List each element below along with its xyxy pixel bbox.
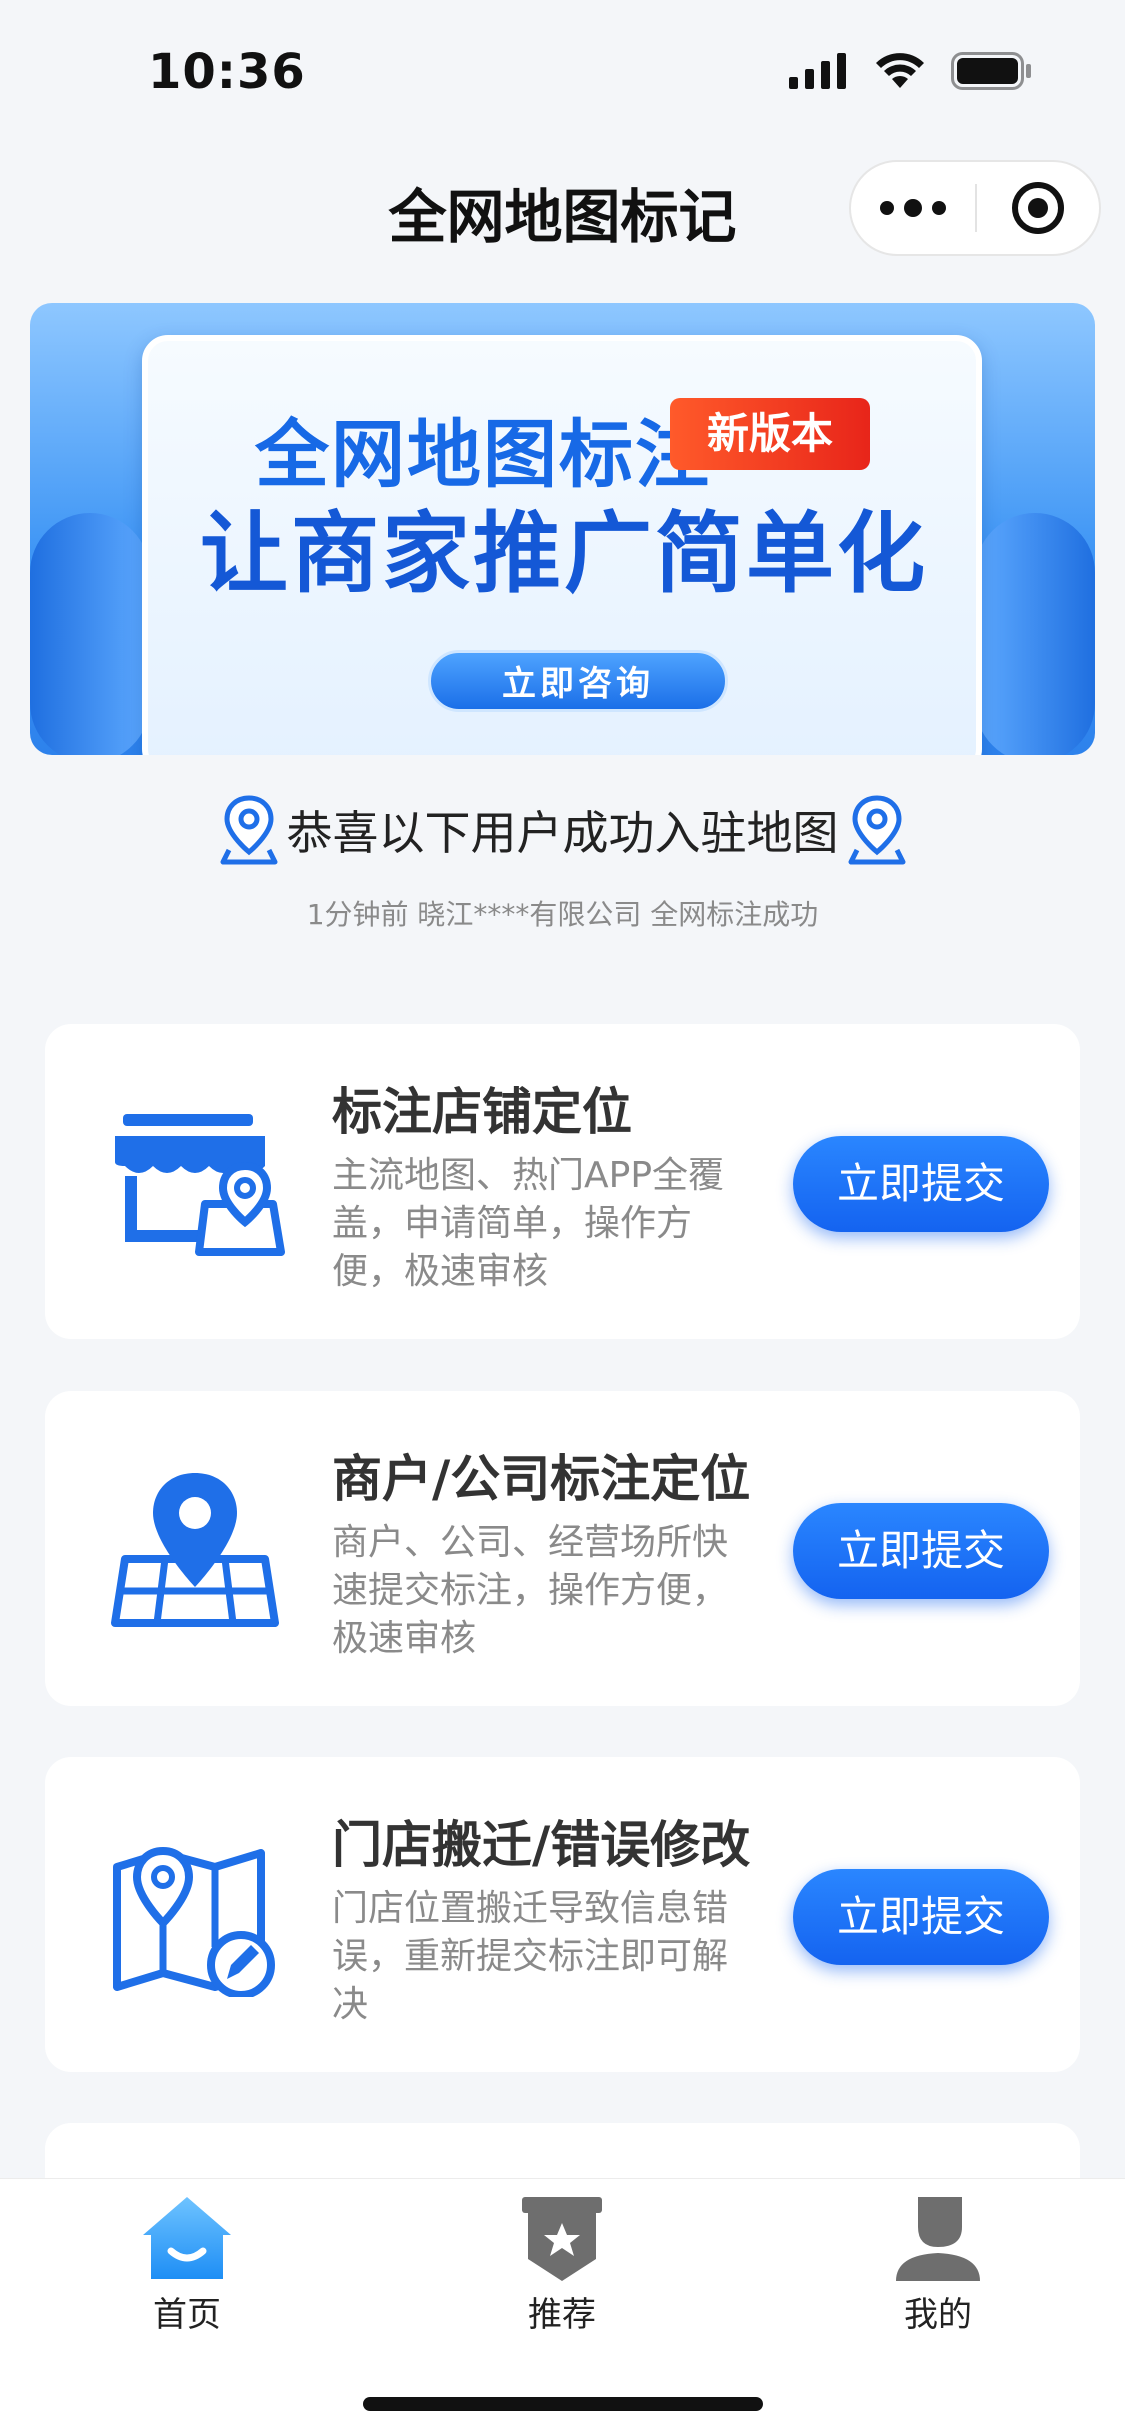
banner-badge: 新版本 xyxy=(670,398,870,470)
star-badge-icon xyxy=(514,2193,610,2283)
card-description: 主流地图、热门APP全覆盖，申请简单，操作方便，极速审核 xyxy=(332,1155,725,1292)
close-mini-program-button[interactable] xyxy=(977,160,1099,256)
tab-profile[interactable]: 我的 xyxy=(838,2193,1038,2343)
tab-label: 我的 xyxy=(904,2295,972,2335)
status-time: 10:36 xyxy=(148,44,306,100)
status-icons xyxy=(789,52,1033,90)
promo-banner[interactable]: 全网地图标注 新版本 让商家推广简单化 立即咨询 xyxy=(30,303,1095,755)
card-title: 门店搬迁/错误修改 xyxy=(332,1816,751,1874)
banner-scroll-left xyxy=(30,513,150,755)
map-pin-icon xyxy=(848,795,905,865)
card-description: 商户、公司、经营场所快速提交标注，操作方便，极速审核 xyxy=(332,1522,729,1659)
tab-label: 推荐 xyxy=(528,2295,596,2335)
congrats-text: 恭喜以下用户成功入驻地图 xyxy=(286,806,839,860)
storefront-map-pin-icon xyxy=(115,1114,285,1256)
submit-button[interactable]: 立即提交 xyxy=(793,1503,1049,1599)
mini-program-capsule xyxy=(849,160,1101,256)
user-icon xyxy=(890,2193,986,2283)
tab-recommend[interactable]: 推荐 xyxy=(462,2193,662,2343)
screen: 10:36 全网地图标记 全网地图标注 新版本 让商家推广简单化 立即咨询 恭喜… xyxy=(0,0,1125,2436)
more-dot-icon xyxy=(904,199,922,217)
map-pin-icon xyxy=(220,795,277,865)
signal-icon xyxy=(789,53,846,89)
submit-button[interactable]: 立即提交 xyxy=(793,1869,1049,1965)
nav-bar: 全网地图标记 xyxy=(0,150,1125,270)
map-edit-icon xyxy=(113,1846,275,1997)
card-description: 门店位置搬迁导致信息错误，重新提交标注即可解决 xyxy=(332,1888,729,2025)
target-close-icon xyxy=(1011,182,1064,234)
card-title: 商户/公司标注定位 xyxy=(332,1450,751,1508)
service-card-merchant-location[interactable]: 商户/公司标注定位 商户、公司、经营场所快速提交标注，操作方便，极速审核 立即提… xyxy=(45,1391,1080,1706)
service-card-store-location[interactable]: 标注店铺定位 主流地图、热门APP全覆盖，申请简单，操作方便，极速审核 立即提交 xyxy=(45,1024,1080,1339)
more-dot-icon xyxy=(880,201,894,215)
wifi-icon xyxy=(876,53,924,88)
more-dot-icon xyxy=(932,201,946,215)
tab-home[interactable]: 首页 xyxy=(87,2193,287,2343)
status-bar: 10:36 xyxy=(0,0,1125,140)
home-indicator[interactable] xyxy=(363,2397,763,2411)
submit-button[interactable]: 立即提交 xyxy=(793,1136,1049,1232)
banner-slogan: 让商家推广简单化 xyxy=(200,502,929,605)
map-pin-icon xyxy=(111,1473,279,1627)
consult-button[interactable]: 立即咨询 xyxy=(428,650,728,712)
tab-label: 首页 xyxy=(153,2295,221,2335)
banner-scroll-right xyxy=(975,513,1095,755)
congrats-row: 恭喜以下用户成功入驻地图 xyxy=(0,785,1125,875)
home-icon xyxy=(139,2193,235,2283)
card-title: 标注店铺定位 xyxy=(332,1083,632,1141)
more-button[interactable] xyxy=(851,160,975,256)
battery-icon xyxy=(951,52,1031,90)
success-ticker: 1分钟前 晓江****有限公司 全网标注成功 xyxy=(306,898,819,931)
service-card-relocation-fix[interactable]: 门店搬迁/错误修改 门店位置搬迁导致信息错误，重新提交标注即可解决 立即提交 xyxy=(45,1757,1080,2072)
